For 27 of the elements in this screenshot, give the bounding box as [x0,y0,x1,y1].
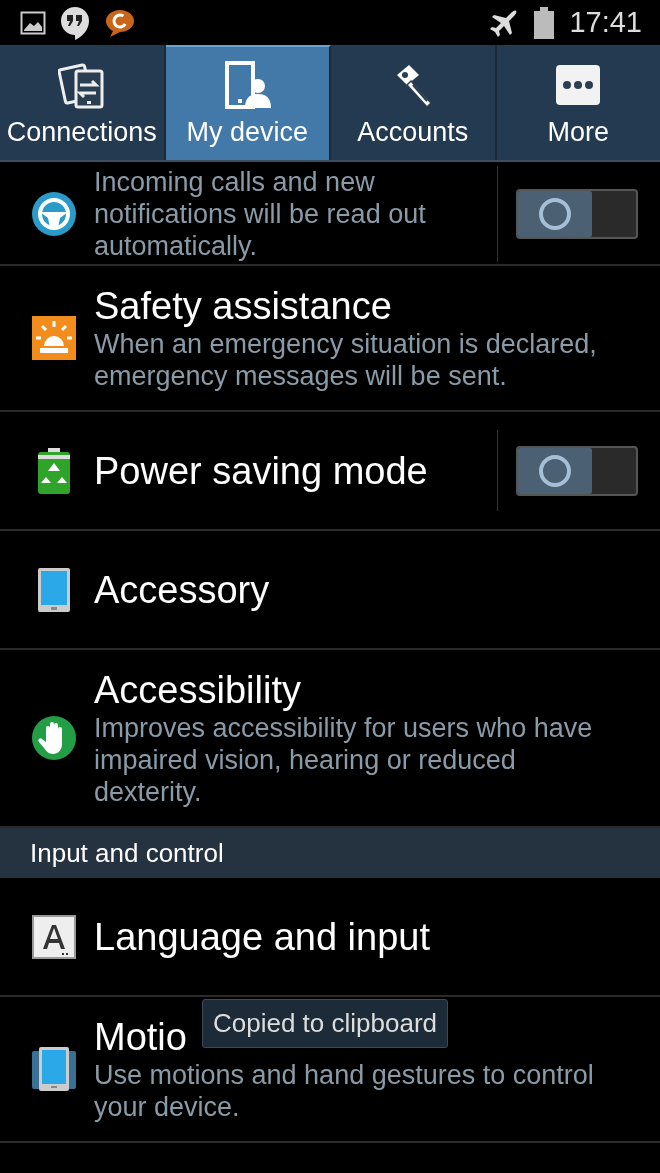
clock-time: 17:41 [569,6,642,39]
toast-message: Copied to clipboard [202,999,449,1048]
devices-icon [57,61,106,109]
battery-icon [533,5,556,40]
letter-key-icon [30,912,78,961]
siren-icon [30,314,78,362]
setting-title: Motio [94,1015,187,1059]
toggle-switch[interactable] [516,189,638,239]
setting-description: Incoming calls and new notifications will be read out automatically. [94,166,427,262]
setting-description: When an emergency situation is declared, emergency messages will be sent. [94,328,598,392]
toggle-switch[interactable] [516,445,638,496]
hand-icon [30,714,78,762]
setting-title: Language and input [94,914,430,959]
setting-title: Power saving mode [94,448,428,493]
quote-bubble-icon [60,5,90,40]
setting-title: Accessibility [94,668,301,712]
steering-wheel-icon [30,190,78,238]
device-person-icon [223,61,272,109]
setting-title: Safety assistance [94,284,392,328]
setting-title: Accessory [94,567,270,612]
image-icon [20,10,46,35]
tablets-icon [30,1045,78,1093]
tab[interactable]: My device [165,45,331,160]
setting-description: Improves accessibility for users who have impaired vision, hearing or reduced dexterity. [94,712,594,808]
section-header: Input and control [0,828,660,878]
setting-description: Use motions and hand gestures to control your device. [94,1059,595,1123]
chat-bubble-icon [104,7,136,38]
